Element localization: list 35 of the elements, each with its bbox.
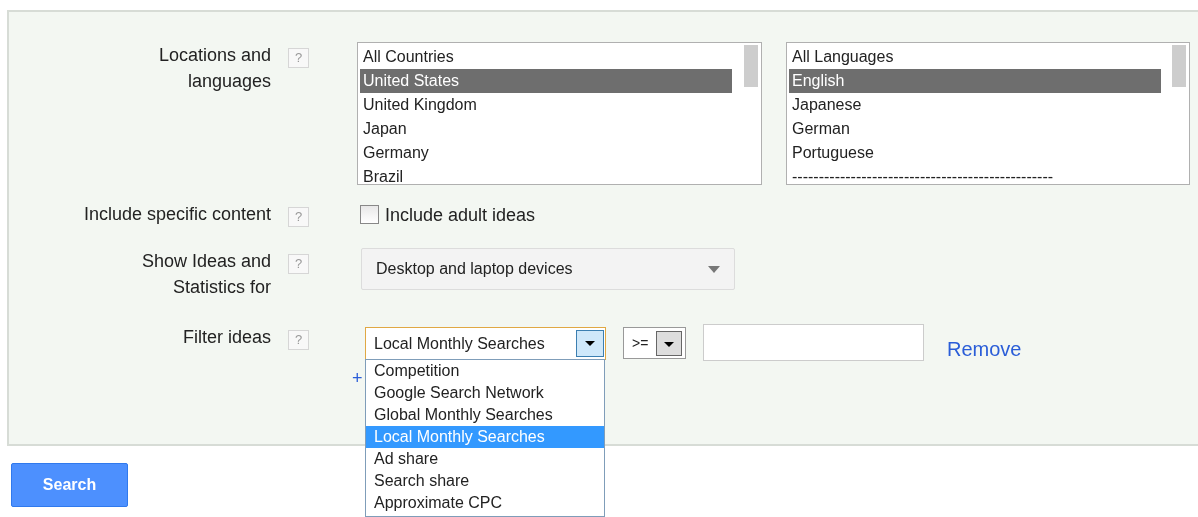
scrollbar-thumb[interactable] — [1172, 45, 1186, 87]
languages-listbox[interactable]: All Languages English Japanese German Portuguese ------------------------------------------------- — [786, 42, 1190, 185]
dropdown-option[interactable]: Ad share — [366, 448, 604, 470]
list-option[interactable]: All Languages — [789, 45, 1161, 69]
field-label: Filter ideas — [182, 327, 271, 347]
scrollbar-thumb[interactable] — [744, 45, 758, 87]
caret-icon — [708, 265, 720, 273]
list-option[interactable]: German — [789, 117, 1161, 141]
field-label: Locations and languages — [157, 44, 271, 93]
list-option[interactable]: Portuguese — [789, 141, 1161, 165]
dropdown-option[interactable]: Google Search Network — [366, 382, 604, 404]
list-option[interactable]: United States — [360, 69, 732, 93]
locations-listbox[interactable]: All Countries United States United Kingdom Japan Germany Brazil — [357, 42, 762, 185]
list-option[interactable]: ------------------------------------------------- — [789, 165, 1161, 184]
list-option[interactable]: Brazil — [360, 165, 732, 184]
add-link[interactable]: + — [352, 368, 363, 388]
dropdown-option[interactable]: Global Monthly Searches — [366, 404, 604, 426]
dropdown-option[interactable]: Search share — [366, 470, 604, 492]
list-option[interactable]: Japan — [360, 117, 732, 141]
remove-link[interactable]: Remove — [947, 334, 1022, 364]
list-option[interactable]: All Countries — [360, 45, 732, 69]
checkbox[interactable] — [360, 205, 379, 224]
list-option[interactable]: Germany — [360, 141, 732, 165]
operator-dropdown[interactable]: >= — [623, 327, 686, 359]
dropdown-option[interactable]: Approximate CPC — [366, 492, 604, 514]
list-option[interactable]: English — [789, 69, 1161, 93]
filter-dropdown[interactable]: Local Monthly Searches — [365, 327, 606, 360]
list-option[interactable]: Japanese — [789, 93, 1161, 117]
device-dropdown[interactable]: Desktop and laptop devices — [361, 248, 735, 290]
value-input[interactable] — [703, 324, 924, 361]
list-option[interactable]: United Kingdom — [360, 93, 732, 117]
checkbox-label: Include adult ideas — [385, 203, 536, 227]
field-label: Include specific content — [83, 204, 271, 224]
dropdown-option[interactable]: Competition — [366, 360, 604, 382]
field-label: Show Ideas and Statistics for — [140, 250, 271, 299]
